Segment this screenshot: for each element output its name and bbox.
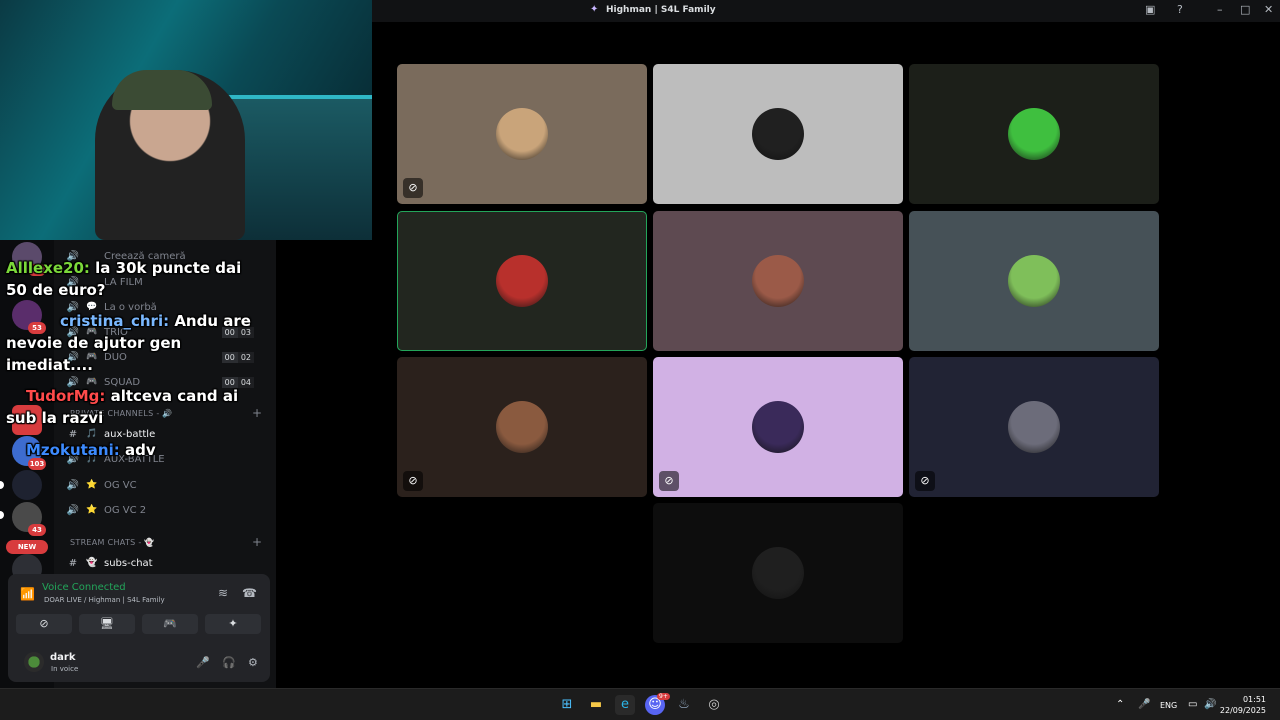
participant-tile[interactable]: ⊘ [909, 357, 1159, 497]
microphone-icon[interactable]: 🎤 [196, 656, 210, 669]
participant-tile[interactable] [653, 64, 903, 204]
disconnect-icon[interactable]: ☎ [242, 586, 257, 600]
voice-connection-panel: 📶 Voice Connected DOAR LIVE / Highman | … [8, 574, 270, 682]
hash-icon: # [68, 428, 78, 440]
server-icon[interactable] [12, 470, 42, 500]
avatar [752, 547, 804, 599]
voice-status[interactable]: Voice Connected [42, 582, 126, 593]
mention-badge: 43 [28, 524, 46, 536]
minimize-icon[interactable]: – [1217, 3, 1223, 16]
add-channel-icon[interactable]: + [252, 535, 262, 549]
file-explorer-icon[interactable]: ▬ [586, 695, 606, 715]
unread-pill [0, 511, 4, 519]
category-stream-chats[interactable]: STREAM CHATS - 👻 [70, 538, 155, 547]
speaker-icon: 🔊 [66, 504, 80, 516]
activities-button[interactable]: 🎮 [142, 614, 198, 634]
muted-icon: ⊘ [915, 471, 935, 491]
screen-share-button[interactable]: 🖥 [79, 614, 135, 634]
discord-badge: 9+ [657, 693, 670, 700]
hash-icon: # [68, 557, 78, 569]
signal-icon[interactable]: 📶 [20, 587, 35, 601]
participant-tile[interactable] [653, 503, 903, 643]
avatar [496, 255, 548, 307]
muted-icon: ⊘ [403, 471, 423, 491]
language-indicator[interactable]: ENG [1160, 701, 1177, 710]
channel-name: OG VC 2 [104, 504, 147, 516]
edge-icon[interactable]: e [615, 695, 635, 715]
speaker-icon: 🔊 [66, 479, 80, 491]
monitor-icon[interactable]: ▭ [1188, 699, 1197, 710]
chat-username: Alllexe20: [6, 259, 90, 277]
participant-tile[interactable] [397, 211, 647, 351]
windows-taskbar: ⊞ ▬ e ☺ 9+ ♨ ◎ ⌃ 🎤 ENG ▭ 🔊 01:51 22/09/2… [0, 688, 1280, 720]
voice-channel[interactable]: 🔊 ⭐ OG VC [66, 475, 266, 495]
chat-username: cristina_chri: [60, 312, 170, 330]
chat-username: TudorMg: [26, 387, 106, 405]
steam-icon[interactable]: ♨ [674, 695, 694, 715]
text-channel[interactable]: # 👻 subs-chat [66, 553, 266, 573]
chat-message: cristina_chri: Andu are nevoie de ajutor… [6, 310, 266, 376]
server-icon[interactable]: 43 [12, 502, 46, 536]
date: 22/09/2025 [1219, 706, 1266, 715]
avatar [1008, 401, 1060, 453]
voice-channel[interactable]: 🔊 ⭐ OG VC 2 [66, 500, 266, 520]
channel-name: OG VC [104, 479, 137, 491]
avatar [496, 108, 548, 160]
chat-username: Mzokutani: [26, 441, 120, 459]
chat-text: adv [119, 441, 156, 459]
voice-channel-path[interactable]: DOAR LIVE / Highman | S4L Family [44, 596, 165, 604]
server-icon: ✦ [590, 4, 599, 15]
clock[interactable]: 01:51 22/09/2025 [1220, 694, 1266, 716]
avatar [752, 255, 804, 307]
channel-name: aux-battle [104, 428, 156, 440]
chevron-up-icon[interactable]: ⌃ [1116, 699, 1124, 710]
avatar[interactable] [24, 652, 44, 672]
user-status: In voice [51, 665, 79, 673]
participant-tile[interactable]: ⊘ [397, 357, 647, 497]
unread-pill [0, 481, 4, 489]
muted-icon: ⊘ [403, 178, 423, 198]
soundboard-button[interactable]: ✦ [205, 614, 261, 634]
window-title: Highman | S4L Family [606, 5, 716, 15]
volume-icon[interactable]: 🔊 [1204, 699, 1216, 710]
participant-tile[interactable] [653, 211, 903, 351]
chat-message: Alllexe20: la 30k puncte dai 50 de euro? [6, 257, 266, 301]
noise-suppression-icon[interactable]: ≋ [218, 586, 228, 600]
time: 01:51 [1242, 695, 1266, 704]
help-icon[interactable]: ? [1177, 3, 1183, 16]
participant-tile[interactable]: ⊘ [397, 64, 647, 204]
participant-tile[interactable] [909, 64, 1159, 204]
webcam-overlay [0, 0, 372, 240]
close-icon[interactable]: ✕ [1264, 3, 1273, 16]
participant-tile[interactable]: ⊘ [653, 357, 903, 497]
participant-tile[interactable] [909, 211, 1159, 351]
obs-icon[interactable]: ◎ [704, 695, 724, 715]
chat-message: Mzokutani: adv [6, 439, 266, 461]
chat-message: TudorMg: altceva cand ai sub la razvi [6, 385, 266, 429]
username[interactable]: dark [50, 652, 76, 663]
avatar [1008, 255, 1060, 307]
avatar [752, 108, 804, 160]
inbox-icon[interactable]: ▣ [1145, 3, 1155, 16]
muted-icon: ⊘ [659, 471, 679, 491]
headphones-icon[interactable]: 🎧 [222, 656, 236, 669]
gear-icon[interactable]: ⚙ [248, 656, 258, 669]
maximize-icon[interactable]: □ [1240, 3, 1250, 16]
camera-off-button[interactable]: ⊘ [16, 614, 72, 634]
avatar [496, 401, 548, 453]
new-badge: NEW [6, 540, 48, 554]
streamer-cap [112, 70, 212, 110]
avatar [1008, 108, 1060, 160]
channel-name: subs-chat [104, 557, 153, 569]
user-panel: dark In voice 🎤 🎧 ⚙ [16, 644, 262, 676]
avatar [752, 401, 804, 453]
window-titlebar: ✦ Highman | S4L Family ▣ ? – □ ✕ [372, 0, 1280, 22]
start-icon[interactable]: ⊞ [557, 695, 577, 715]
microphone-icon[interactable]: 🎤 [1138, 699, 1150, 710]
